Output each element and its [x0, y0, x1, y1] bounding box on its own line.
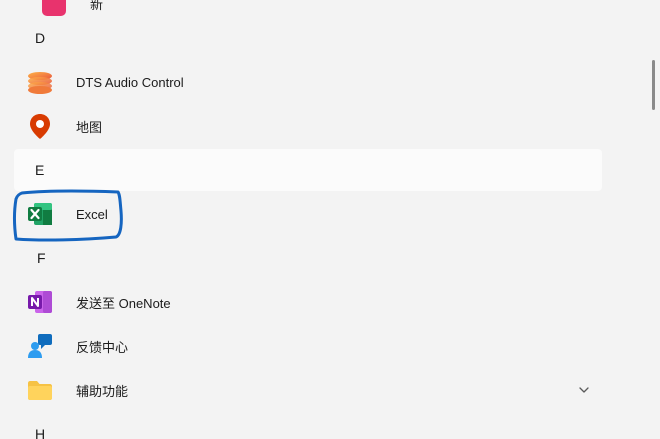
letter-label: E	[35, 162, 45, 178]
folder-item-accessibility[interactable]: 辅助功能	[14, 369, 602, 411]
letter-header-d[interactable]: D	[14, 17, 602, 59]
maps-pin-icon	[26, 112, 54, 140]
app-item-maps[interactable]: 地图	[14, 105, 602, 147]
app-label: 发送至 OneNote	[76, 295, 171, 311]
dts-audio-icon	[26, 68, 54, 96]
highlight-annotation	[13, 189, 123, 242]
letter-header-e[interactable]: E	[14, 149, 602, 191]
app-item-feedback-hub[interactable]: 反馈中心	[14, 325, 602, 367]
app-item-dts-audio-control[interactable]: DTS Audio Control	[14, 61, 602, 103]
app-label: 反馈中心	[76, 339, 129, 355]
app-item-send-to-onenote[interactable]: 发送至 OneNote	[14, 281, 602, 323]
app-label: 辅助功能	[76, 383, 129, 399]
letter-header-f[interactable]: F	[14, 237, 602, 279]
letter-header-h[interactable]: H	[14, 413, 602, 439]
app-label: DTS Audio Control	[76, 74, 184, 90]
feedback-hub-icon	[26, 332, 54, 360]
letter-label: F	[37, 250, 46, 266]
letter-label: D	[35, 30, 46, 46]
folder-icon	[26, 376, 54, 404]
app-label: 新	[90, 0, 104, 12]
start-menu-all-apps: 新 D DTS Audio Control 地图 E Excel F 发送至 O…	[0, 0, 660, 439]
chevron-down-icon[interactable]	[577, 383, 591, 397]
onenote-icon	[26, 288, 54, 316]
vertical-scrollbar-thumb[interactable]	[652, 60, 655, 110]
app-label: 地图	[76, 119, 103, 135]
pink-app-icon	[40, 0, 68, 18]
letter-label: H	[35, 426, 46, 439]
